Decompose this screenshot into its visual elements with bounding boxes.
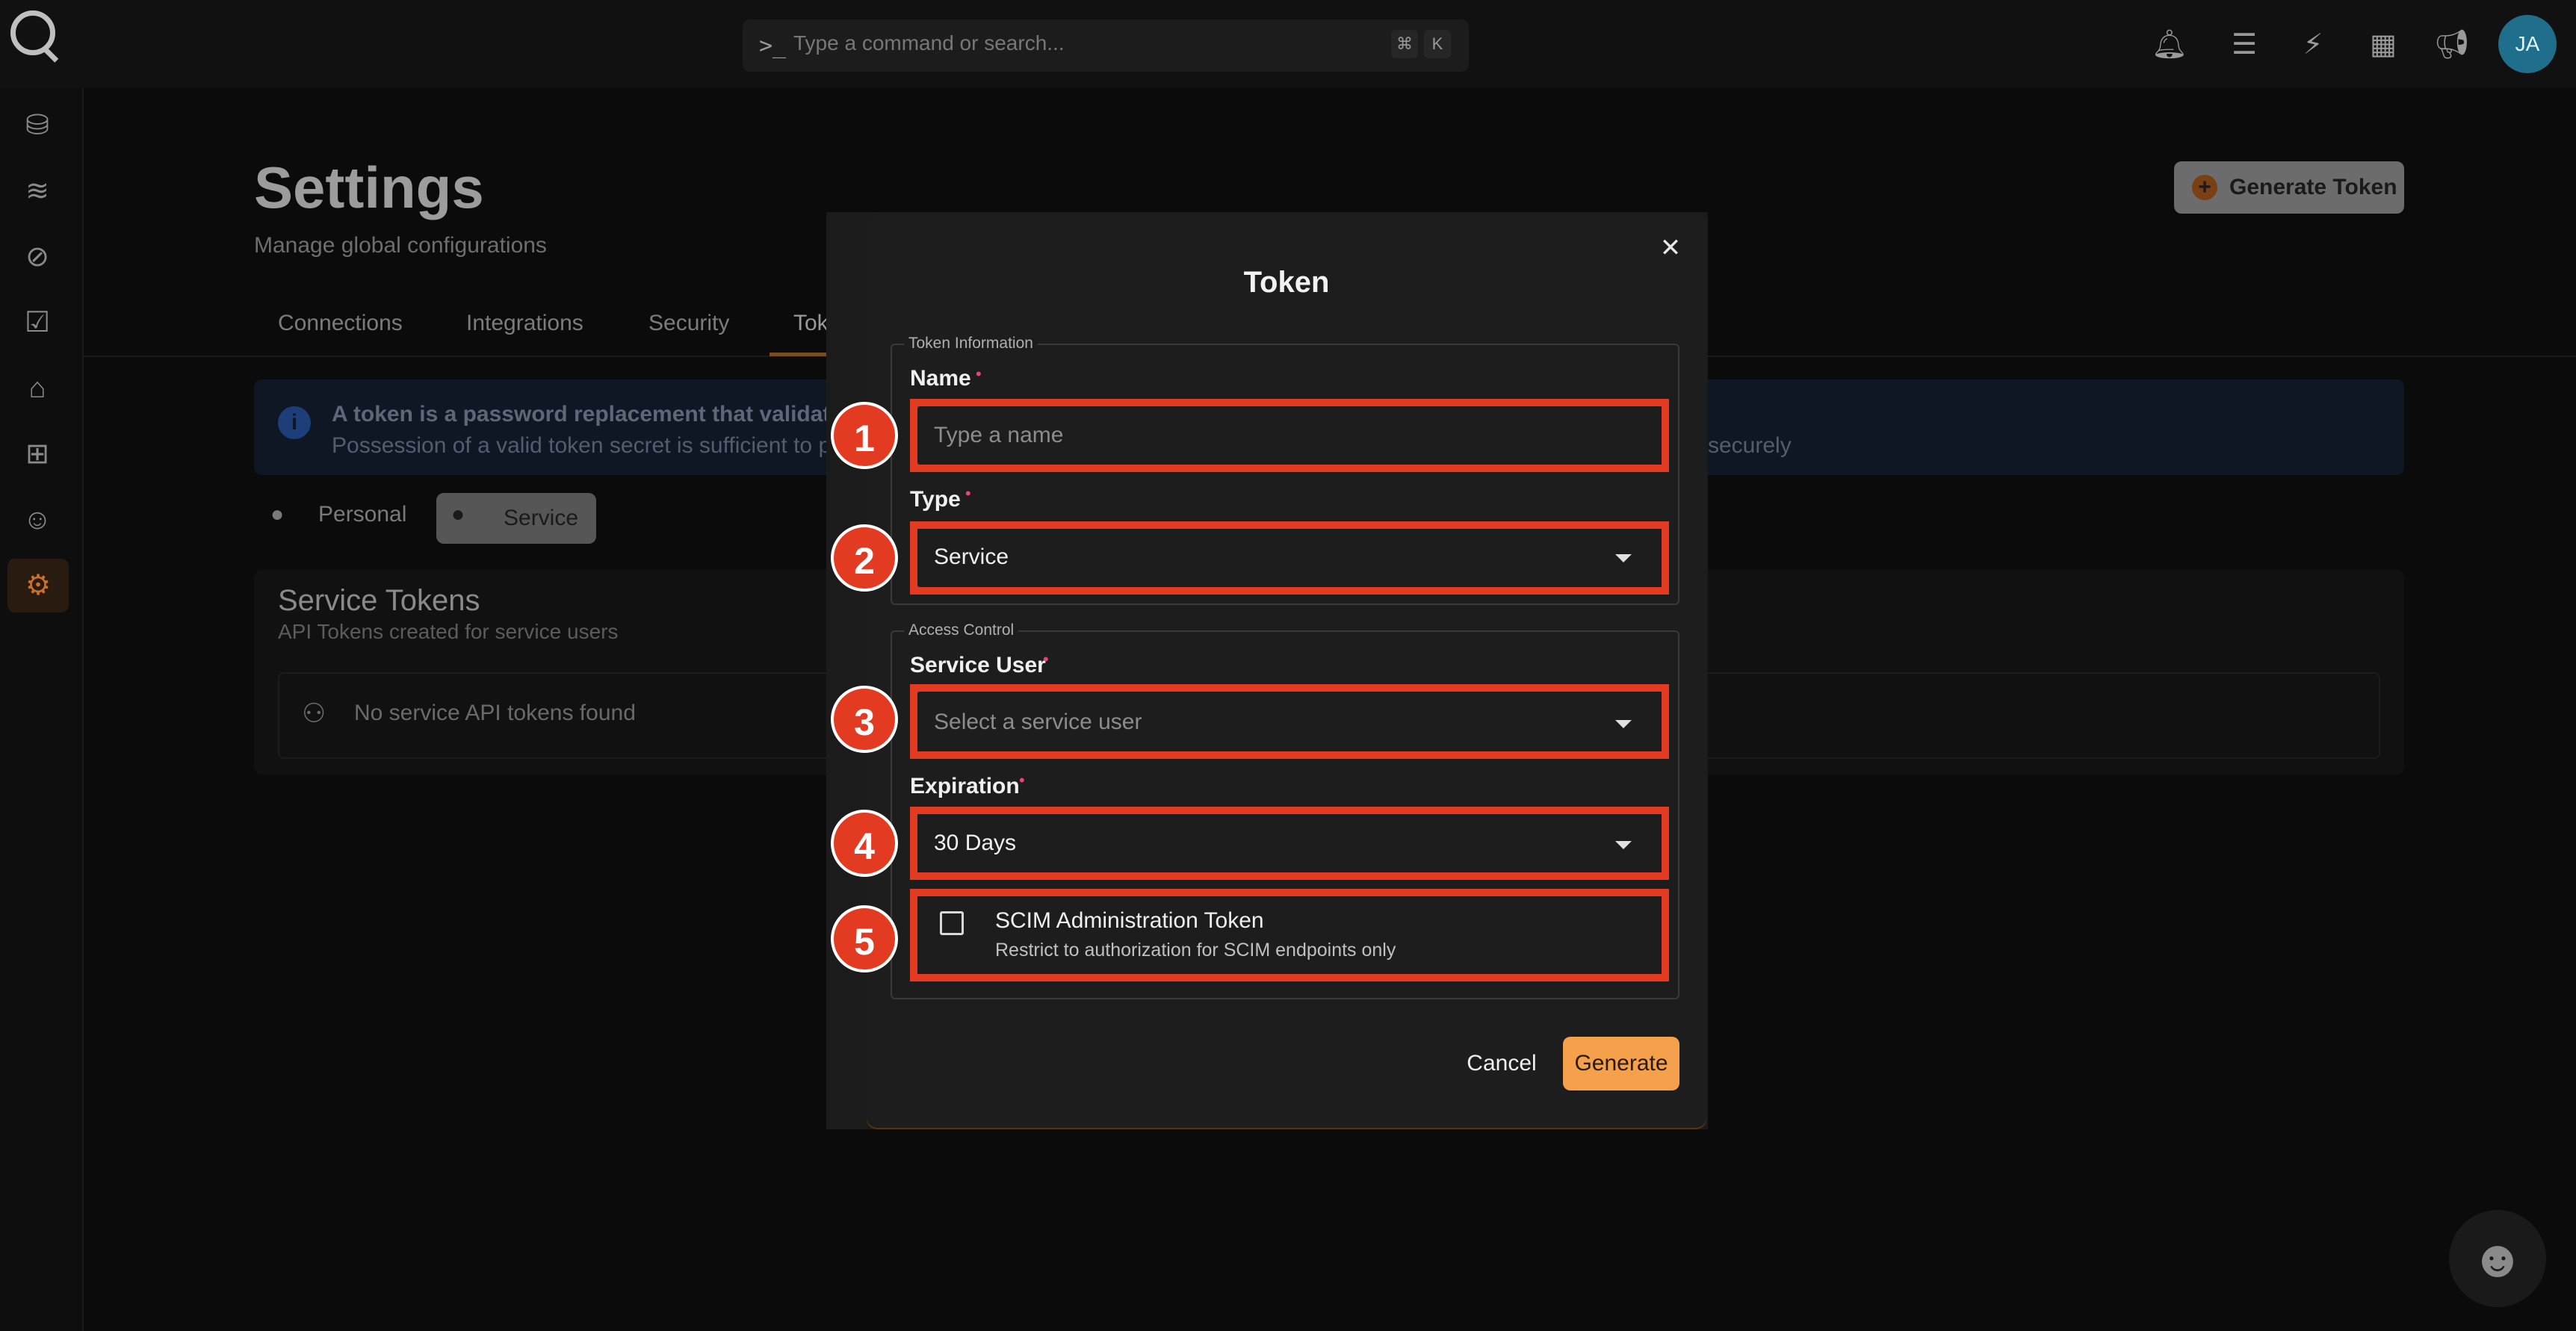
- annotation-badge-5: 5: [831, 905, 898, 972]
- token-information-legend: Token Information: [904, 335, 1038, 353]
- robot-icon[interactable]: ☺: [16, 499, 58, 541]
- tag-icon[interactable]: ⌂: [16, 367, 58, 409]
- card-title: Service Tokens: [278, 584, 480, 617]
- annotation-badge-3: 3: [831, 686, 898, 753]
- gear-icon[interactable]: ⚙: [7, 559, 69, 612]
- page-title: Settings: [254, 155, 484, 220]
- highlight-box-4: [910, 807, 1669, 880]
- command-search-placeholder: Type a command or search...: [793, 31, 1065, 55]
- service-user-empty-icon: ⚇: [302, 698, 326, 728]
- tab-connections[interactable]: Connections: [278, 311, 403, 336]
- access-control-legend: Access Control: [904, 621, 1019, 639]
- banner-heading: A token is a password replacement that v…: [332, 402, 874, 426]
- annotation-badge-2: 2: [831, 524, 898, 592]
- annotation-badge-1: 1: [831, 402, 898, 469]
- highlight-box-5: [910, 889, 1669, 981]
- type-required-marker: •: [965, 484, 971, 503]
- highlight-box-1: [910, 399, 1669, 472]
- empty-state-text: No service API tokens found: [354, 701, 636, 725]
- terminal-icon: >_: [759, 33, 787, 59]
- close-icon[interactable]: ✕: [1656, 233, 1685, 263]
- card-subtitle: API Tokens created for service users: [278, 620, 619, 643]
- expiration-required-marker: •: [1019, 771, 1025, 789]
- person-icon: ●: [270, 502, 285, 527]
- tab-security[interactable]: Security: [648, 311, 729, 336]
- assistant-bot-icon[interactable]: ☻: [2449, 1210, 2546, 1307]
- app-logo[interactable]: [10, 10, 55, 55]
- clipboard-check-icon[interactable]: ☑: [16, 302, 58, 344]
- megaphone-icon[interactable]: 📢︎: [2433, 25, 2471, 64]
- service-user-label: Service User: [910, 653, 1046, 677]
- annotation-badge-4: 4: [831, 810, 898, 877]
- toggle-personal[interactable]: Personal: [318, 502, 406, 527]
- banner-text: Possession of a valid token secret is su…: [332, 433, 851, 458]
- service-user-icon: ●: [451, 502, 465, 527]
- dialog-title: Token: [1243, 266, 1330, 299]
- avatar[interactable]: JA: [2498, 15, 2557, 73]
- highlight-box-2: [910, 521, 1669, 595]
- database-icon[interactable]: ⛁: [16, 105, 58, 146]
- hierarchy-icon[interactable]: ⊞: [16, 433, 58, 475]
- compass-icon[interactable]: ⊘: [16, 236, 58, 278]
- info-icon: i: [278, 406, 311, 439]
- cancel-button[interactable]: Cancel: [1458, 1037, 1545, 1090]
- page-subtitle: Manage global configurations: [254, 233, 547, 258]
- service-user-required-marker: •: [1043, 650, 1049, 668]
- document-icon[interactable]: ☰: [2225, 25, 2264, 64]
- bell-icon[interactable]: 🔔︎: [2150, 25, 2189, 64]
- highlight-box-3: [910, 684, 1669, 759]
- name-required-marker: •: [976, 364, 982, 383]
- magic-wand-icon[interactable]: ⚡︎: [2294, 25, 2332, 64]
- data-stack-icon[interactable]: ≋: [16, 170, 58, 212]
- tab-integrations[interactable]: Integrations: [466, 311, 583, 336]
- name-label: Name: [910, 366, 971, 391]
- apps-grid-icon[interactable]: ▦: [2364, 25, 2403, 64]
- plus-circle-icon: +: [2192, 175, 2217, 200]
- type-label: Type: [910, 487, 961, 512]
- banner-text-end: securely: [1708, 433, 1792, 458]
- expiration-label: Expiration: [910, 774, 1020, 798]
- shortcut-key-cmd: ⌘: [1391, 30, 1418, 58]
- generate-button[interactable]: Generate: [1563, 1037, 1679, 1090]
- shortcut-key-k: K: [1424, 30, 1451, 58]
